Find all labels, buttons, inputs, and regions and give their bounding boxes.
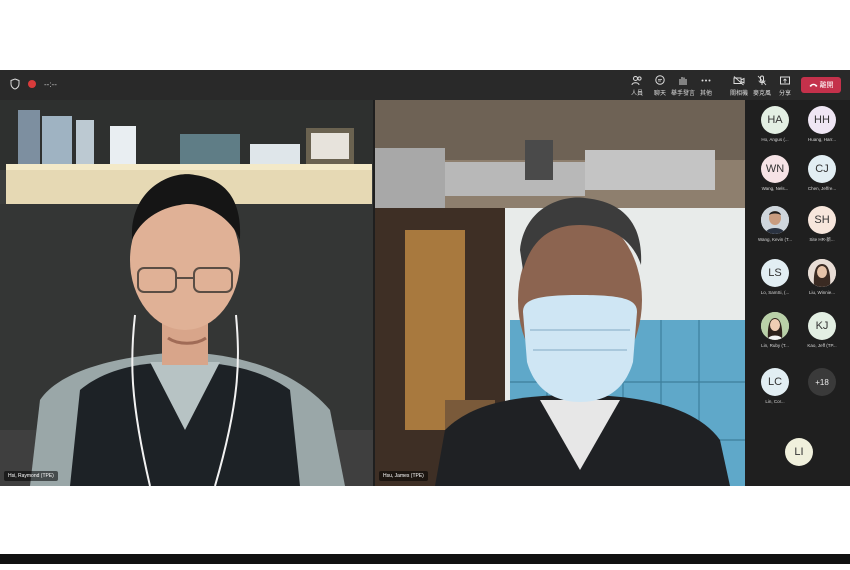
- participant-name: Ho, Angus (...: [761, 137, 789, 142]
- avatar: KJ: [808, 312, 836, 340]
- avatar: SH: [808, 206, 836, 234]
- leave-button[interactable]: 離開: [801, 77, 841, 93]
- participant-name: Chen, Jeffre...: [807, 186, 837, 191]
- video-tile-raymond[interactable]: Hsi, Raymond (TPE): [0, 100, 373, 486]
- avatar: HH: [808, 106, 836, 134]
- participant-name: Lo, SamSi, (...: [760, 290, 790, 295]
- share-label: 分享: [778, 91, 791, 97]
- avatar: [761, 312, 789, 340]
- participant-name-james: Hsu, James (TPE): [383, 473, 424, 479]
- phone-hangup-icon: [809, 83, 817, 87]
- participant-wang-nels[interactable]: WN Wang, Nels...: [751, 155, 799, 191]
- participant-name: Wang, Nels...: [761, 186, 789, 191]
- camera-label: 關相機: [729, 91, 748, 97]
- overflow-count: +18: [808, 368, 836, 396]
- avatar: LC: [761, 368, 789, 396]
- meeting-window: --:-- 人員 聊天 舉手發言 其他 關相機 麥克風 分享 離開 Hsi, R…: [0, 70, 850, 486]
- profile-photo: [761, 206, 789, 234]
- participant-roster: HA Ho, Angus (... HH Huang, Harr... WN W…: [747, 100, 850, 486]
- avatar: CJ: [808, 155, 836, 183]
- participant-name: Site HR-新...: [809, 237, 835, 242]
- avatar: [761, 206, 789, 234]
- participant-name: Kao, Jeff (TP...: [807, 343, 837, 348]
- share-button[interactable]: 分享: [772, 75, 798, 97]
- more-icon: [701, 79, 711, 82]
- participant-kao-jeff[interactable]: KJ Kao, Jeff (TP...: [798, 312, 846, 348]
- leave-label: 離開: [819, 82, 834, 89]
- people-icon: [631, 76, 642, 86]
- participant-lo-samsi[interactable]: LS Lo, SamSi, (...: [751, 259, 799, 295]
- more-participants-button[interactable]: +18: [798, 368, 846, 396]
- camera-icon: [733, 76, 745, 86]
- avatar: WN: [761, 155, 789, 183]
- microphone-label: 麥克風: [752, 91, 771, 97]
- chat-label: 聊天: [653, 91, 666, 97]
- participant-liu-winnie[interactable]: Liu, Winnie...: [798, 259, 846, 295]
- profile-photo: [808, 259, 836, 287]
- meeting-status: --:--: [10, 78, 57, 90]
- participant-ho-angus[interactable]: HA Ho, Angus (...: [751, 106, 799, 142]
- meeting-timer: --:--: [44, 79, 57, 89]
- participant-chen-jeffre[interactable]: CJ Chen, Jeffre...: [798, 155, 846, 191]
- chat-icon: [655, 75, 665, 85]
- raise-hand-icon: [679, 77, 687, 85]
- participant-site-hr[interactable]: SH Site HR-新...: [798, 206, 846, 243]
- participant-name-tag: Hsu, James (TPE): [379, 471, 428, 481]
- recording-indicator: [28, 80, 36, 88]
- participant-name: Huang, Harr...: [807, 137, 836, 142]
- shield-icon: [10, 78, 20, 90]
- people-label: 人員: [630, 91, 643, 97]
- video-tile-james[interactable]: Hsu, James (TPE): [375, 100, 745, 486]
- meeting-toolbar: --:-- 人員 聊天 舉手發言 其他 關相機 麥克風 分享 離開: [0, 70, 850, 100]
- participant-name: Wang, Kevin (T...: [757, 237, 793, 242]
- more-label: 其他: [699, 91, 712, 97]
- bottom-bar: [0, 554, 850, 564]
- participant-name-tag: Hsi, Raymond (TPE): [4, 471, 58, 481]
- avatar: [808, 259, 836, 287]
- share-icon: [780, 76, 790, 85]
- participant-lin-cor[interactable]: LC Lin, Cor...: [751, 368, 799, 404]
- participant-name: Liu, Winnie...: [808, 290, 835, 295]
- participant-name-raymond: Hsi, Raymond (TPE): [8, 473, 54, 479]
- participant-name: Lin, Ruby (T...: [761, 343, 789, 348]
- video-feed-james: [375, 100, 745, 486]
- avatar: HA: [761, 106, 789, 134]
- microphone-icon: [757, 75, 767, 86]
- avatar: LI: [785, 438, 813, 466]
- profile-photo: [761, 312, 789, 340]
- participant-huang-harr[interactable]: HH Huang, Harr...: [798, 106, 846, 142]
- raise-hand-label: 舉手發言: [670, 91, 695, 97]
- participant-li[interactable]: LI: [775, 438, 823, 466]
- participant-name: Lin, Cor...: [765, 399, 785, 404]
- more-button[interactable]: 其他: [693, 75, 719, 97]
- avatar: LS: [761, 259, 789, 287]
- participant-lin-ruby[interactable]: Lin, Ruby (T...: [751, 312, 799, 348]
- participant-wang-kevin[interactable]: Wang, Kevin (T...: [751, 206, 799, 242]
- video-feed-raymond: [0, 100, 373, 486]
